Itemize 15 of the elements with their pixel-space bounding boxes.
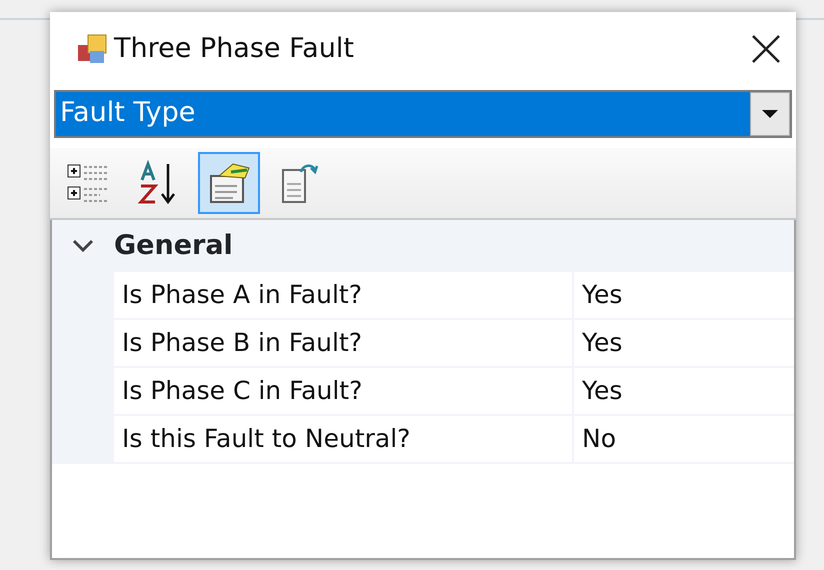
properties-icon[interactable] (198, 152, 260, 214)
property-value[interactable]: Yes (574, 368, 794, 416)
window-icon (76, 33, 108, 65)
property-name[interactable]: Is this Fault to Neutral? (114, 416, 574, 464)
property-value[interactable]: No (574, 416, 794, 464)
category-label: General (114, 228, 233, 263)
dropdown-button[interactable] (750, 92, 790, 136)
property-value[interactable]: Yes (574, 272, 794, 320)
property-name[interactable]: Is Phase A in Fault? (114, 272, 574, 320)
property-value[interactable]: Yes (574, 320, 794, 368)
property-name[interactable]: Is Phase B in Fault? (114, 320, 574, 368)
property-name[interactable]: Is Phase C in Fault? (114, 368, 574, 416)
object-dropdown[interactable]: Fault Type (54, 90, 792, 138)
window-title: Three Phase Fault (114, 32, 354, 66)
caret-icon (761, 109, 779, 119)
